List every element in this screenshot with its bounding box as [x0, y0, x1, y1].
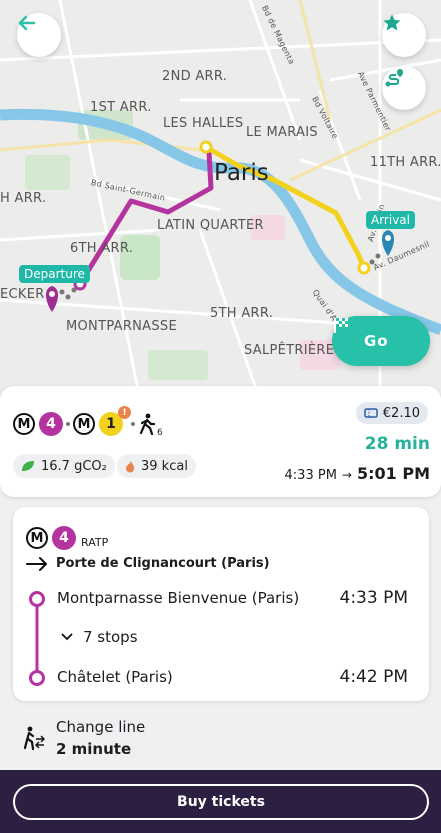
change-line-row: Change line 2 minute — [22, 716, 422, 762]
depart-time: 4:33 PM — [284, 468, 337, 483]
walking-person-icon — [139, 413, 156, 435]
map-label-montparnasse: MONTPARNASSE — [66, 319, 177, 334]
favorite-button[interactable] — [382, 13, 426, 57]
journey-summary-card[interactable]: M 4 M 1 ! 6 16.7 gCO₂ 39 kcal €2.10 28 m… — [0, 386, 441, 497]
map-label-5th-arr: 5TH ARR. — [210, 306, 274, 321]
separator-dot — [66, 422, 70, 426]
chevron-down-icon — [61, 633, 73, 641]
map-label-11th-arr: 11TH ARR. — [370, 155, 441, 170]
buy-tickets-button[interactable]: Buy tickets — [13, 784, 429, 820]
change-duration: 2 minute — [56, 740, 132, 758]
route-options-button[interactable] — [382, 66, 426, 110]
metro-icon: M — [13, 413, 35, 435]
end-station-marker — [357, 261, 371, 275]
ticket-icon — [364, 408, 378, 418]
star-icon — [383, 14, 401, 31]
checkered-flag-icon — [334, 318, 348, 333]
map-label-2nd-arr: 2ND ARR. — [162, 69, 228, 84]
co2-chip: 16.7 gCO₂ — [13, 454, 115, 478]
park-area — [148, 350, 208, 380]
arrival-pin-icon[interactable] — [382, 230, 394, 256]
go-label: Go — [364, 332, 389, 350]
to-stop: Châtelet (Paris) — [57, 668, 173, 686]
route-icon — [385, 69, 403, 87]
arrival-tag: Arrival — [366, 211, 415, 229]
stops-toggle[interactable]: 7 stops — [61, 628, 138, 646]
metro-icon: M — [73, 413, 95, 435]
alert-icon: ! — [118, 406, 131, 419]
map-label-les-halles: LES HALLES — [163, 116, 244, 131]
map-label-le-marais: LE MARAIS — [246, 125, 318, 140]
direction-arrow-icon — [26, 556, 47, 571]
operator: RATP — [81, 535, 109, 549]
calories-value: 39 kcal — [141, 458, 188, 474]
arrow-right-icon: → — [341, 468, 352, 482]
bottom-bar: Buy tickets — [0, 770, 441, 833]
line-badge-4: 4 — [52, 526, 76, 550]
transfer-station-marker — [199, 140, 213, 154]
walk-segment: 6 — [138, 413, 163, 438]
stops-count: 7 stops — [83, 628, 138, 646]
time-range: 4:33 PM → 5:01 PM — [285, 464, 430, 483]
price-value: €2.10 — [382, 405, 420, 421]
calories-chip: 39 kcal — [117, 454, 196, 478]
leg-detail-card[interactable]: M 4 RATP Porte de Clignancourt (Paris) M… — [13, 507, 429, 701]
separator-dot — [131, 422, 135, 426]
price-chip: €2.10 — [355, 402, 428, 424]
map-label-paris: Paris — [214, 160, 269, 186]
direction-row: Porte de Clignancourt (Paris) — [26, 556, 270, 571]
back-button[interactable] — [17, 13, 61, 57]
map-label-salpetriere: SALPÊTRIÈRE — [244, 343, 335, 358]
transfer-walk-icon — [23, 726, 45, 751]
leg-header: M 4 RATP — [26, 526, 108, 550]
change-title: Change line — [56, 718, 146, 736]
duration: 28 min — [364, 434, 430, 454]
line-badge-1-wrap: 1 ! — [99, 406, 131, 436]
to-time: 4:42 PM — [339, 667, 409, 687]
metro-icon: M — [26, 527, 48, 549]
map-label-7th-arr: H ARR. — [0, 191, 47, 206]
map-label-6th-arr: 6TH ARR. — [70, 241, 134, 256]
map-label-ecker: ECKER — [0, 287, 45, 302]
direction-name: Porte de Clignancourt (Paris) — [56, 556, 270, 571]
leaf-icon — [22, 461, 34, 471]
from-stop: Montparnasse Bienvenue (Paris) — [57, 589, 300, 607]
arrive-time: 5:01 PM — [356, 464, 430, 483]
go-button[interactable]: Go — [332, 316, 430, 366]
from-time: 4:33 PM — [339, 588, 409, 608]
walk-minutes: 6 — [157, 428, 163, 438]
departure-tag: Departure — [19, 265, 90, 283]
departure-pin-icon[interactable] — [46, 286, 58, 312]
arrow-left-icon — [18, 15, 36, 31]
map-label-latin-quarter: LATIN QUARTER — [157, 218, 264, 233]
flame-icon — [126, 460, 134, 472]
route-map[interactable]: 2ND ARR. 1ST ARR. LES HALLES LE MARAIS P… — [0, 0, 441, 400]
co2-value: 16.7 gCO₂ — [41, 458, 107, 474]
park-area — [25, 155, 70, 190]
line-badge-4: 4 — [39, 412, 63, 436]
map-label-1st-arr: 1ST ARR. — [90, 100, 152, 115]
line-sequence: M 4 M 1 ! 6 — [13, 406, 163, 438]
line-track — [29, 591, 45, 686]
